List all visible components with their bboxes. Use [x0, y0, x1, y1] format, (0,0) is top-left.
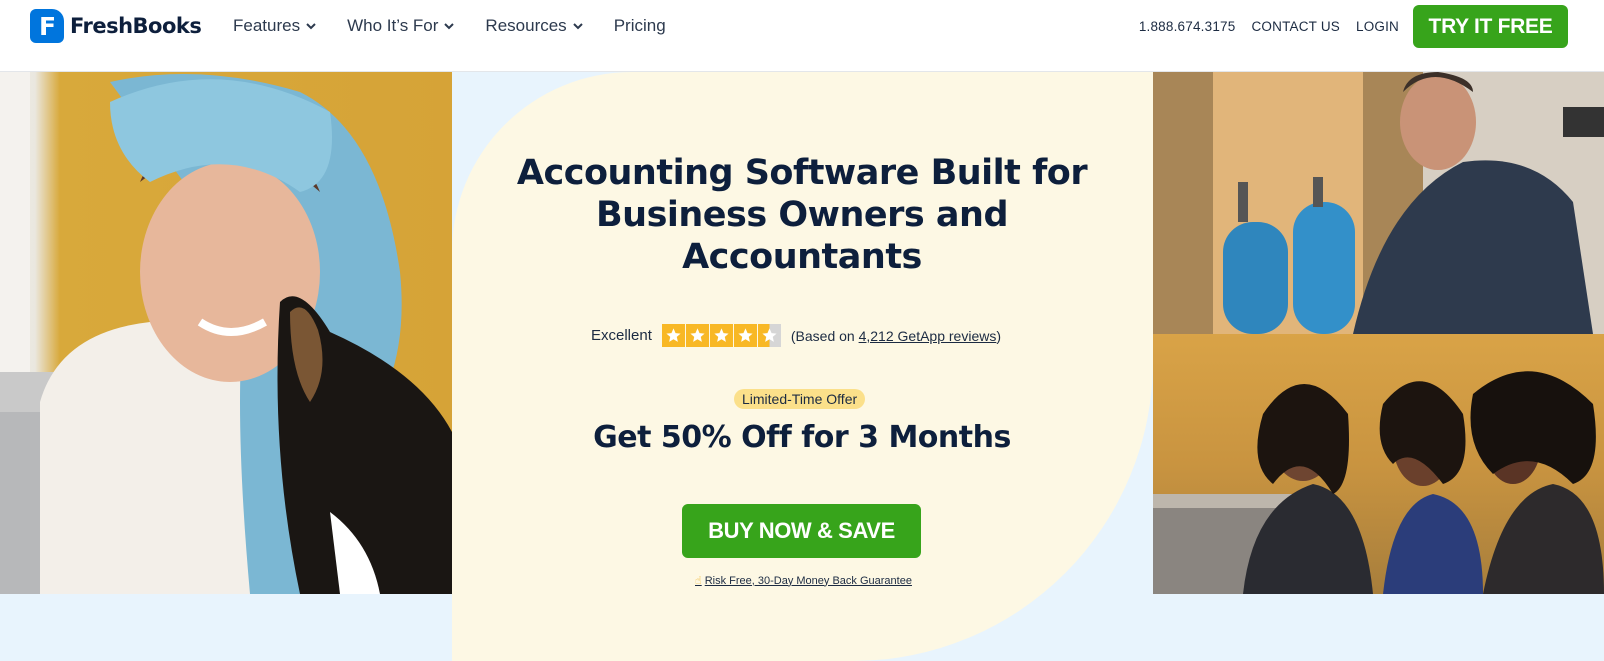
logo-text: FreshBooks [70, 14, 202, 38]
limited-offer-badge: Limited-Time Offer [734, 389, 866, 409]
rating-label: Excellent [591, 327, 652, 344]
money-back-guarantee-link[interactable]: ☝ Risk Free, 30-Day Money Back Guarantee [695, 574, 912, 588]
nav-pricing[interactable]: Pricing [614, 16, 666, 36]
logo-mark-icon: F [30, 9, 64, 43]
star-icon [685, 324, 709, 347]
hero-photo-man-workshop [1153, 72, 1604, 334]
phone-link[interactable]: 1.888.674.3175 [1139, 19, 1236, 34]
photo-illustration [1153, 371, 1604, 594]
buy-now-button[interactable]: BUY NOW & SAVE [682, 504, 921, 558]
chevron-down-icon [306, 23, 316, 30]
login-link[interactable]: LOGIN [1356, 19, 1399, 34]
rating-row: Excellent (Based on 4,212 GetApp reviews… [591, 324, 1001, 347]
star-rating [661, 324, 781, 347]
reviews-text: (Based on 4,212 GetApp reviews) [790, 327, 1002, 344]
star-icon [661, 324, 685, 347]
getapp-reviews-link[interactable]: 4,212 GetApp reviews [859, 328, 997, 344]
freshbooks-logo[interactable]: F FreshBooks [30, 9, 202, 43]
offer-headline: Get 50% Off for 3 Months [593, 420, 1011, 455]
chevron-down-icon [572, 23, 583, 30]
chevron-down-icon [444, 23, 455, 30]
half-star-icon [757, 324, 781, 347]
utility-links: 1.888.674.3175 CONTACT US LOGIN [1139, 19, 1399, 34]
hero-photo-woman-dog [0, 72, 452, 594]
try-it-free-button[interactable]: TRY IT FREE [1413, 5, 1568, 48]
hero-title: Accounting Software Built for Business O… [516, 153, 1088, 277]
thumbs-up-icon: ☝ [695, 575, 702, 587]
photo-illustration [1153, 72, 1604, 334]
contact-us-link[interactable]: CONTACT US [1251, 19, 1340, 34]
hero-photo-women-meeting [1153, 334, 1604, 594]
star-icon [733, 324, 757, 347]
nav-resources[interactable]: Resources [485, 16, 583, 36]
site-header: F FreshBooks Features Who It’s For Resou… [0, 0, 1604, 72]
photo-illustration [0, 72, 452, 594]
main-nav: Features Who It’s For Resources Pricing [233, 16, 666, 36]
nav-features[interactable]: Features [233, 16, 317, 36]
nav-who-its-for[interactable]: Who It’s For [347, 16, 455, 36]
star-icon [709, 324, 733, 347]
